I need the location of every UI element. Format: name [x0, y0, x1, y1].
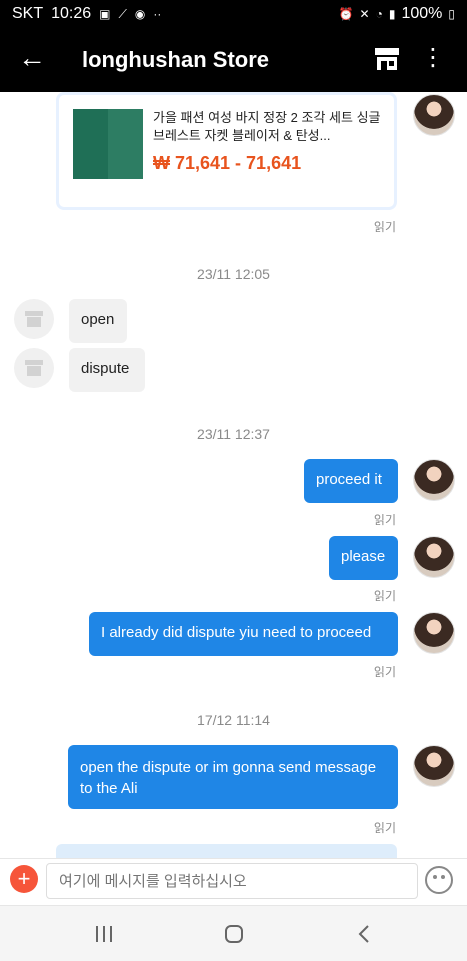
message-input[interactable]: [47, 864, 417, 898]
back-nav-icon[interactable]: [346, 920, 382, 948]
status-bar: SKT 10:26 ▣ ⟋ ◉ ·· ⏰ ✕ ◔ ▮ 100% ▯: [0, 0, 467, 28]
read-receipt: 읽기: [373, 589, 396, 603]
store-icon: [25, 360, 43, 376]
emoji-icon[interactable]: [425, 866, 453, 894]
message-bubble: open the dispute or im gonna send messag…: [68, 745, 398, 809]
message-bubble: proceed it: [304, 459, 398, 503]
add-attachment-button[interactable]: +: [10, 865, 38, 893]
store-icon[interactable]: [373, 46, 401, 72]
more-dots-icon: ··: [153, 7, 162, 21]
app-header: ← longhushan Store ⋮: [0, 28, 467, 92]
image-icon: ▣: [99, 7, 111, 21]
link-icon: ⟋: [118, 6, 127, 21]
read-receipt: 읽기: [373, 821, 396, 835]
product-card[interactable]: 가을 패션 여성 바지 정장 2 조각 세트 싱글 브레스트 자켓 블레이저 &…: [56, 92, 397, 210]
page-title: longhushan Store: [82, 47, 269, 72]
store-avatar: [14, 299, 54, 339]
recent-apps-icon[interactable]: [86, 920, 122, 948]
user-avatar: [413, 536, 455, 578]
signal-icon: ▮: [388, 7, 396, 21]
message-bubble: I already did dispute yiu need to procee…: [89, 612, 398, 656]
product-thumbnail[interactable]: [73, 109, 143, 179]
mute-icon: ✕: [359, 7, 370, 21]
timestamp: 17/12 11:14: [197, 712, 270, 728]
battery-icon: ▯: [448, 7, 455, 21]
timestamp: 23/11 12:37: [197, 426, 270, 442]
clock: 10:26: [51, 5, 92, 22]
wifi-icon: ◔: [375, 7, 383, 21]
message-input-container[interactable]: [46, 863, 418, 899]
user-avatar: [413, 94, 455, 136]
timestamp: 23/11 12:05: [197, 266, 270, 282]
user-avatar: [413, 612, 455, 654]
home-icon[interactable]: [216, 920, 252, 948]
chat-thread[interactable]: 가을 패션 여성 바지 정장 2 조각 세트 싱글 브레스트 자켓 블레이저 &…: [0, 92, 467, 858]
user-avatar: [413, 745, 455, 787]
carrier-label: SKT: [12, 5, 44, 22]
read-receipt: 읽기: [373, 220, 396, 234]
battery-level: 100%: [401, 5, 443, 22]
talk-icon: ◉: [134, 7, 146, 21]
message-bubble: please: [329, 536, 398, 580]
message-bubble: dispute: [69, 348, 145, 392]
partial-message-bubble: [56, 844, 397, 858]
message-composer: +: [0, 858, 467, 906]
product-price: ₩ 71,641 - 71,641: [153, 153, 302, 173]
system-navigation-bar: [0, 905, 467, 961]
read-receipt: 읽기: [373, 665, 396, 679]
store-avatar: [14, 348, 54, 388]
message-bubble: open: [69, 299, 127, 343]
more-options-icon[interactable]: ⋮: [421, 44, 445, 72]
alarm-icon: ⏰: [338, 7, 354, 21]
store-icon: [25, 311, 43, 327]
user-avatar: [413, 459, 455, 501]
read-receipt: 읽기: [373, 513, 396, 527]
product-title: 가을 패션 여성 바지 정장 2 조각 세트 싱글 브레스트 자켓 블레이저 &…: [153, 110, 381, 143]
back-arrow-icon[interactable]: ←: [18, 44, 46, 72]
